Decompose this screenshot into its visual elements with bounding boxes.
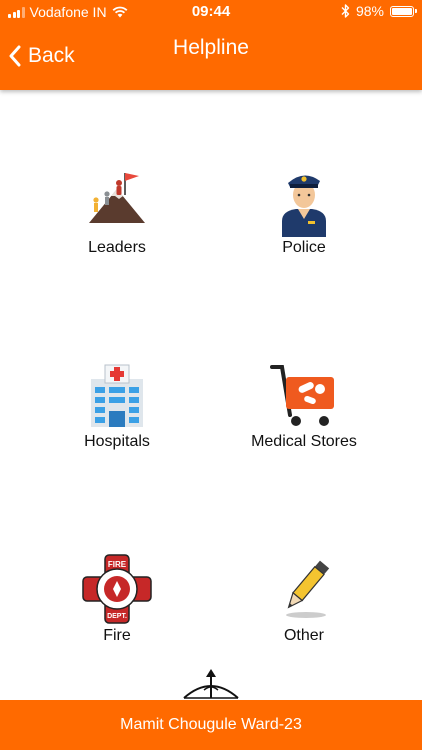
helpline-label: Police (282, 239, 326, 256)
page-title: Helpline (173, 36, 249, 59)
helpline-label: Other (283, 627, 324, 644)
battery-level (392, 7, 412, 15)
helpline-label: Fire (103, 627, 131, 644)
helpline-item-leaders[interactable]: Leaders (27, 165, 207, 257)
helpline-item-medical-stores[interactable]: Medical Stores (214, 359, 394, 451)
helpline-label: Leaders (88, 239, 146, 256)
bluetooth-icon (341, 4, 350, 18)
status-bar: Vodafone IN 09:44 98% (0, 0, 422, 24)
police-icon (282, 175, 326, 237)
svg-text:FIRE: FIRE (108, 560, 127, 569)
svg-text:DEPT.: DEPT. (107, 613, 127, 620)
footer-text: Mamit Chougule Ward-23 (120, 716, 302, 733)
helpline-item-fire[interactable]: FIRE DEPT. Fire (27, 553, 207, 645)
helpline-label: Hospitals (84, 433, 150, 450)
status-right: 98% (341, 3, 417, 19)
medical-store-icon (270, 365, 334, 426)
app-header: Vodafone IN 09:44 98% Back Helpline (0, 0, 422, 90)
bow-arrow-emblem (183, 669, 239, 699)
hospital-icon (91, 364, 143, 427)
leaders-icon (89, 173, 145, 223)
battery-icon (390, 5, 417, 17)
fire-dept-icon: FIRE DEPT. (82, 554, 152, 624)
footer-bar: Mamit Chougule Ward-23 (0, 700, 422, 750)
pencil-icon (286, 560, 330, 618)
helpline-item-police[interactable]: Police (214, 165, 394, 257)
helpline-label: Medical Stores (251, 433, 357, 450)
helpline-item-hospitals[interactable]: Hospitals (27, 359, 207, 451)
helpline-item-other[interactable]: Other (214, 553, 394, 645)
battery-percent: 98% (355, 3, 384, 19)
